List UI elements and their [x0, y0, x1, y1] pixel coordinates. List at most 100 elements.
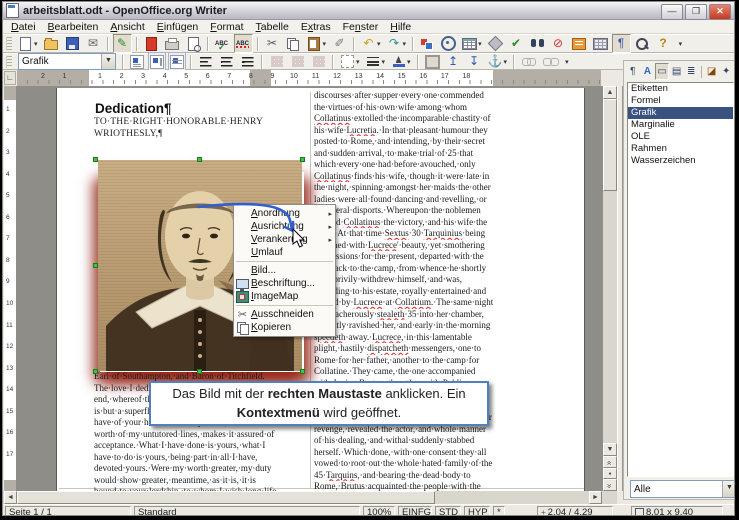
vertical-scrollbar[interactable]: ▲▼«●»: [603, 86, 617, 491]
help-button[interactable]: ?: [654, 34, 673, 53]
close-button[interactable]: ✕: [709, 4, 731, 20]
gallery-button[interactable]: [418, 34, 437, 53]
context-menu-item-imagemap[interactable]: ImageMap: [234, 290, 335, 303]
wrap-through-button[interactable]: [168, 52, 186, 71]
selection-handle[interactable]: [93, 263, 98, 268]
page-styles-icon[interactable]: ▤: [670, 63, 684, 80]
undo-button[interactable]: ↶▾: [359, 34, 383, 53]
fill-format-mode-icon[interactable]: ◪: [705, 63, 719, 80]
style-list-item-marginalie[interactable]: Marginalie: [628, 119, 733, 131]
hyperlink-mode-field[interactable]: HYP: [464, 506, 490, 516]
edit-file-button[interactable]: ✎: [113, 34, 132, 53]
chevron-down-icon[interactable]: ▾: [34, 40, 38, 48]
chevron-down-icon[interactable]: ▼: [101, 54, 115, 69]
nonprinting-off-button[interactable]: ⊘: [549, 34, 568, 53]
style-list-item-formel[interactable]: Formel: [628, 95, 733, 107]
insert-mode-field[interactable]: EINFG: [398, 506, 432, 516]
chevron-down-icon[interactable]: ▾: [504, 58, 508, 66]
wrap-off-button[interactable]: [128, 52, 146, 71]
menu-bearbeiten[interactable]: Bearbeiten: [42, 21, 105, 33]
style-list-item-wasserzeichen[interactable]: Wasserzeichen: [628, 155, 733, 167]
styles-filter-select[interactable]: Alle ▼: [630, 480, 735, 498]
menu-einfügen[interactable]: Einfügen: [151, 21, 204, 33]
minimize-button[interactable]: —: [661, 4, 683, 20]
save-button[interactable]: [63, 34, 82, 53]
page-style-field[interactable]: Standard: [134, 506, 360, 516]
align-left-button[interactable]: [196, 52, 215, 71]
frame-style-select[interactable]: Grafik▼: [18, 53, 116, 70]
next-page-icon[interactable]: »: [603, 479, 617, 491]
menu-tabelle[interactable]: Tabelle: [250, 21, 295, 33]
maximize-button[interactable]: ❐: [685, 4, 707, 20]
page-field[interactable]: Seite 1 / 1: [5, 506, 131, 516]
redo-button[interactable]: ↷▾: [385, 34, 409, 53]
navigation-icon[interactable]: ●: [603, 468, 617, 479]
style-list-item-etiketten[interactable]: Etiketten: [628, 83, 733, 95]
page-preview-button[interactable]: [184, 34, 203, 53]
character-styles-icon[interactable]: A: [641, 63, 655, 80]
chevron-down-icon[interactable]: ▾: [478, 40, 482, 48]
table-borders-button[interactable]: [591, 34, 610, 53]
datasources-button[interactable]: [570, 34, 589, 53]
zoom-button[interactable]: [633, 34, 652, 53]
menu-hilfe[interactable]: Hilfe: [384, 21, 417, 33]
chevron-down-icon[interactable]: ▼: [722, 481, 735, 497]
context-menu-item-verankerung[interactable]: Verankerung▸: [234, 233, 335, 246]
context-menu-item-ausschneiden[interactable]: ✂Ausschneiden: [234, 308, 335, 321]
align-center-button[interactable]: [217, 52, 236, 71]
scroll-down-icon[interactable]: ▼: [603, 443, 617, 456]
toolbar-options-icon[interactable]: ▾: [562, 57, 572, 67]
format-paintbrush-button[interactable]: ✐: [330, 34, 349, 53]
menu-format[interactable]: Format: [204, 21, 249, 33]
style-list-item-rahmen[interactable]: Rahmen: [628, 143, 733, 155]
frame-properties-button[interactable]: [423, 52, 442, 71]
vertical-ruler[interactable]: 1234567891011121314151617: [4, 86, 16, 491]
bring-to-front-button[interactable]: ↥: [444, 52, 463, 71]
scroll-left-icon[interactable]: ◄: [4, 491, 17, 504]
insert-table-button[interactable]: ▾: [460, 34, 484, 53]
spellcheck-button[interactable]: [213, 34, 232, 53]
find-replace-button[interactable]: [528, 34, 547, 53]
horizontal-scrollbar[interactable]: ◄►: [3, 491, 617, 504]
chevron-down-icon[interactable]: ▾: [407, 58, 411, 66]
menu-fenster[interactable]: Fenster: [337, 21, 385, 33]
selection-handle[interactable]: [300, 369, 305, 374]
context-menu-item-anordnung[interactable]: Anordnung▸: [234, 207, 335, 220]
horizontal-scroll-thumb[interactable]: [17, 491, 435, 504]
selection-handle[interactable]: [197, 369, 202, 374]
paragraph-styles-icon[interactable]: ¶: [626, 63, 640, 80]
email-button[interactable]: ✉: [84, 34, 103, 53]
horizontal-ruler[interactable]: 21123456789101112131415161718: [17, 70, 601, 86]
borders-button[interactable]: ▾: [338, 52, 362, 71]
selection-mode-field[interactable]: STD: [435, 506, 461, 516]
paste-button[interactable]: ▾: [305, 34, 329, 53]
selection-handle[interactable]: [197, 157, 202, 162]
selection-handle[interactable]: [93, 157, 98, 162]
wrap-page-button[interactable]: [148, 52, 166, 71]
zoom-field[interactable]: 100%: [363, 506, 395, 516]
new-style-from-selection-icon[interactable]: ✦: [719, 63, 733, 80]
list-styles-icon[interactable]: ≣: [684, 63, 698, 80]
auto-spellcheck-button[interactable]: [234, 34, 253, 53]
ruler-corner-tab-selector[interactable]: ∟: [4, 71, 16, 85]
chevron-down-icon[interactable]: ▾: [403, 40, 407, 48]
chevron-down-icon[interactable]: ▾: [356, 58, 360, 66]
copy-button[interactable]: [284, 34, 303, 53]
menu-ansicht[interactable]: Ansicht: [104, 21, 150, 33]
chevron-down-icon[interactable]: ▾: [382, 58, 386, 66]
context-menu-item-ausrichtung[interactable]: Ausrichtung▸: [234, 220, 335, 233]
formatting-marks-button[interactable]: ¶: [612, 34, 631, 53]
navigator-button[interactable]: [439, 34, 458, 53]
style-list-item-grafik[interactable]: Grafik: [628, 107, 733, 119]
context-menu-item-kopieren[interactable]: Kopieren: [234, 321, 335, 334]
send-to-back-button[interactable]: ↧: [465, 52, 484, 71]
vertical-scroll-thumb[interactable]: [603, 99, 617, 191]
chevron-down-icon[interactable]: ▾: [323, 40, 327, 48]
chevron-down-icon[interactable]: ▾: [377, 40, 381, 48]
previous-page-icon[interactable]: «: [603, 456, 617, 468]
autocorrect-button[interactable]: ✔: [507, 34, 526, 53]
cut-button[interactable]: ✂: [263, 34, 282, 53]
frame-styles-list[interactable]: EtikettenFormelGrafikMarginalieOLERahmen…: [627, 82, 734, 477]
toolbar-grip[interactable]: [6, 37, 12, 51]
drawing-functions-button[interactable]: [486, 34, 505, 53]
